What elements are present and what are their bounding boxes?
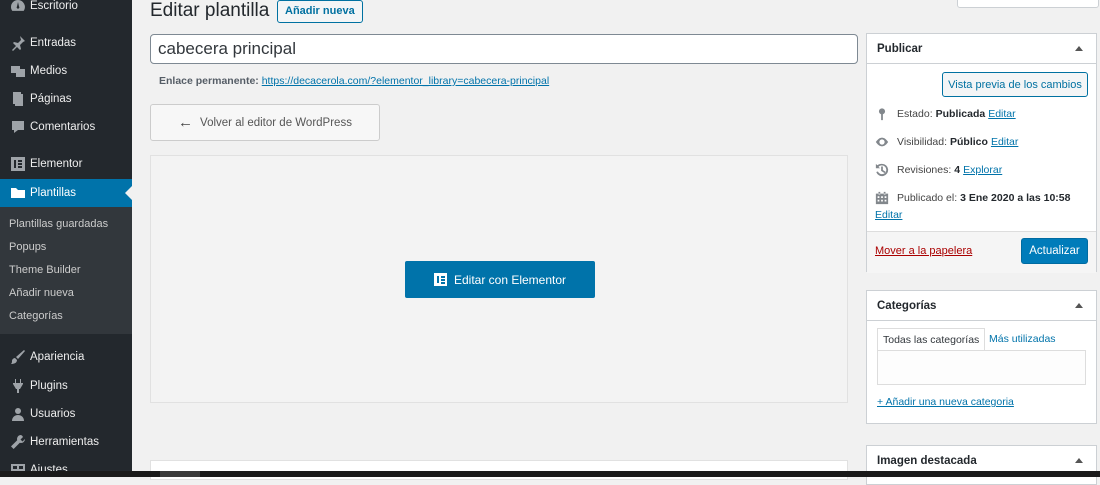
sidebar-item-apariencia[interactable]: Apariencia: [0, 343, 132, 371]
dashboard-icon: [7, 0, 29, 14]
sidebar-item-herramientas[interactable]: Herramientas: [0, 428, 132, 456]
permalink-label: Enlace permanente:: [159, 75, 259, 87]
permalink: Enlace permanente: https://decacerola.co…: [159, 75, 549, 87]
preview-changes-button[interactable]: Vista previa de los cambios: [942, 72, 1088, 97]
sidebar-item-comentarios[interactable]: Comentarios: [0, 113, 132, 141]
elementor-icon: [7, 156, 29, 172]
edit-elementor-label: Editar con Elementor: [453, 272, 567, 287]
update-button[interactable]: Actualizar: [1021, 238, 1088, 264]
visibility-value: Público: [950, 136, 988, 148]
page-title: Editar plantilla: [150, 0, 270, 21]
title-input[interactable]: cabecera principal: [150, 34, 858, 64]
sidebar-item-escritorio[interactable]: Escritorio: [0, 0, 132, 20]
revisions-row: Revisiones: 4 Explorar: [875, 163, 1002, 177]
back-to-wordpress-editor-button[interactable]: ← Volver al editor de WordPress: [150, 104, 380, 141]
publish-box-title: Publicar: [877, 42, 923, 55]
status-value: Publicada: [935, 108, 986, 120]
wrench-icon: [7, 434, 29, 450]
status-row: Estado: Publicada Editar: [875, 107, 1016, 121]
permalink-link[interactable]: https://decacerola.com/?elementor_librar…: [262, 75, 549, 87]
collapse-toggle-icon[interactable]: [1075, 303, 1083, 308]
published-value: 3 Ene 2020 a las 10:58: [960, 192, 1071, 204]
add-new-category-link[interactable]: + Añadir una nueva categoria: [877, 396, 1014, 408]
collapse-toggle-icon[interactable]: [1075, 46, 1083, 51]
admin-sidebar: Escritorio Entradas Medios Páginas Comen…: [0, 0, 132, 476]
sidebar-item-label: Comentarios: [30, 121, 96, 133]
categories-box-title: Categorías: [877, 299, 937, 312]
pin-icon: [7, 35, 29, 51]
publish-box-header[interactable]: Publicar: [867, 34, 1096, 64]
plantillas-submenu: Plantillas guardadas Popups Theme Builde…: [0, 207, 132, 334]
sidebar-item-label: Plantillas: [30, 187, 77, 199]
back-button-label: Volver al editor de WordPress: [200, 116, 352, 129]
elementor-icon: [433, 273, 447, 286]
date-edit-link[interactable]: Editar: [875, 209, 902, 221]
screen-options-box[interactable]: [957, 0, 1099, 8]
sidebar-item-usuarios[interactable]: Usuarios: [0, 400, 132, 428]
sidebar-item-ajustes[interactable]: Ajustes: [0, 456, 132, 484]
sidebar-item-label: Medios: [30, 65, 68, 77]
arrow-left-icon: ←: [178, 114, 194, 131]
pin-icon: [875, 107, 889, 121]
tab-most-used[interactable]: Más utilizadas: [989, 328, 1056, 350]
folder-icon: [7, 185, 29, 201]
featured-image-box: Imagen destacada: [866, 445, 1097, 485]
tab-all-categories[interactable]: Todas las categorías: [877, 328, 986, 351]
sidebar-item-label: Elementor: [30, 158, 83, 170]
revisions-value: 4: [954, 164, 961, 176]
sidebar-item-label: Usuarios: [30, 408, 76, 420]
sidebar-item-label: Entradas: [30, 37, 77, 49]
sidebar-item-label: Herramientas: [30, 436, 100, 448]
featured-image-box-title: Imagen destacada: [877, 454, 977, 467]
visibility-label: Visibilidad:: [897, 136, 948, 148]
sidebar-item-paginas[interactable]: Páginas: [0, 85, 132, 113]
lower-metabox: [150, 460, 848, 480]
history-icon: [875, 163, 889, 177]
submenu-anadir-nueva[interactable]: Añadir nueva: [9, 287, 74, 299]
sidebar-item-plantillas[interactable]: Plantillas: [0, 179, 132, 207]
published-label: Publicado el:: [897, 192, 958, 204]
status-label: Estado:: [897, 108, 933, 120]
published-date-row: Publicado el: 3 Ene 2020 a las 10:58: [875, 191, 1073, 205]
add-new-button[interactable]: Añadir nueva: [277, 0, 363, 23]
sidebar-item-medios[interactable]: Medios: [0, 57, 132, 85]
media-icon: [7, 63, 29, 79]
comments-icon: [7, 119, 29, 135]
brush-icon: [7, 349, 29, 365]
revisions-browse-link[interactable]: Explorar: [963, 164, 1002, 176]
taskbar: [0, 471, 1100, 477]
move-to-trash-link[interactable]: Mover a la papelera: [875, 245, 972, 257]
sidebar-item-label: Plugins: [30, 380, 68, 392]
edit-with-elementor-button[interactable]: Editar con Elementor: [405, 261, 595, 298]
plug-icon: [7, 378, 29, 394]
categories-box-header[interactable]: Categorías: [867, 291, 1096, 321]
sidebar-item-label: Escritorio: [30, 0, 78, 12]
submenu-categorias[interactable]: Categorías: [9, 310, 63, 322]
category-checklist[interactable]: [877, 350, 1086, 385]
calendar-icon: [875, 191, 889, 205]
visibility-edit-link[interactable]: Editar: [991, 136, 1018, 148]
current-menu-arrow: [125, 186, 132, 200]
collapse-toggle-icon[interactable]: [1075, 458, 1083, 463]
revisions-label: Revisiones:: [897, 164, 952, 176]
sidebar-item-elementor[interactable]: Elementor: [0, 150, 132, 178]
submenu-popups[interactable]: Popups: [9, 241, 46, 253]
eye-icon: [875, 135, 889, 149]
taskbar-segment: [160, 471, 200, 477]
pages-icon: [7, 91, 29, 107]
status-edit-link[interactable]: Editar: [988, 108, 1015, 120]
sidebar-item-label: Apariencia: [30, 351, 85, 363]
users-icon: [7, 406, 29, 422]
sidebar-item-plugins[interactable]: Plugins: [0, 372, 132, 400]
submenu-theme-builder[interactable]: Theme Builder: [9, 264, 81, 276]
visibility-row: Visibilidad: Público Editar: [875, 135, 1018, 149]
submenu-plantillas-guardadas[interactable]: Plantillas guardadas: [9, 218, 108, 230]
sidebar-item-label: Páginas: [30, 93, 72, 105]
sidebar-item-entradas[interactable]: Entradas: [0, 29, 132, 57]
